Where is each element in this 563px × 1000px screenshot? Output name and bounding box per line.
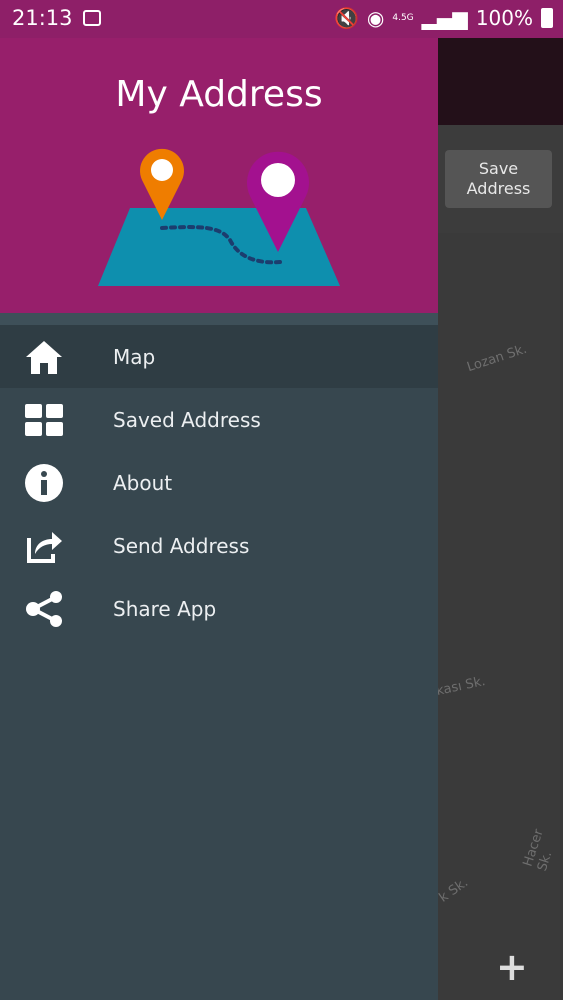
app-toolbar bbox=[438, 38, 563, 125]
status-time: 21:13 bbox=[12, 6, 73, 30]
navigation-drawer: My Address Map Saved Address About Send … bbox=[0, 0, 438, 1000]
status-bar: 21:13 🔇 ◉ 4.5G ▂▄▆ 100% bbox=[0, 0, 563, 38]
street-label: Lozan Sk. bbox=[465, 341, 529, 376]
grid-icon bbox=[24, 400, 64, 440]
drawer-item-saved-address[interactable]: Saved Address bbox=[0, 388, 438, 451]
zoom-in-icon[interactable]: + bbox=[496, 948, 528, 986]
network-type: 4.5G bbox=[392, 12, 414, 23]
share-icon bbox=[24, 589, 64, 629]
drawer-item-label: About bbox=[113, 470, 173, 495]
location-icon: ◉ bbox=[366, 6, 385, 30]
wifi-icon bbox=[83, 10, 101, 26]
mute-icon: 🔇 bbox=[334, 6, 359, 30]
map-pins-logo-icon bbox=[98, 148, 340, 286]
drawer-menu: Map Saved Address About Send Address Sha… bbox=[0, 325, 438, 640]
drawer-header: My Address bbox=[0, 0, 438, 313]
status-right: 🔇 ◉ 4.5G ▂▄▆ 100% bbox=[334, 6, 553, 30]
app-title: My Address bbox=[115, 74, 323, 115]
drawer-item-send-address[interactable]: Send Address bbox=[0, 514, 438, 577]
share-arrow-icon bbox=[24, 526, 64, 566]
map-view[interactable]: Lozan Sk. kası Sk. Hacer Sk. k Sk. bbox=[434, 233, 563, 1000]
save-address-button[interactable]: Save Address bbox=[445, 150, 552, 208]
drawer-item-share-app[interactable]: Share App bbox=[0, 577, 438, 640]
drawer-item-label: Send Address bbox=[113, 533, 250, 558]
drawer-item-label: Map bbox=[113, 344, 156, 369]
header-divider bbox=[0, 313, 438, 325]
signal-icon: ▂▄▆ bbox=[421, 6, 468, 30]
street-label: kası Sk. bbox=[434, 673, 487, 700]
info-icon bbox=[24, 463, 64, 503]
drawer-item-map[interactable]: Map bbox=[0, 325, 438, 388]
battery-icon bbox=[541, 8, 553, 28]
street-label: k Sk. bbox=[436, 875, 472, 906]
home-icon bbox=[24, 337, 64, 377]
drawer-item-label: Share App bbox=[113, 596, 217, 621]
drawer-item-label: Saved Address bbox=[113, 407, 261, 432]
battery-percent: 100% bbox=[475, 6, 533, 30]
street-label: Hacer Sk. bbox=[520, 827, 556, 874]
drawer-item-about[interactable]: About bbox=[0, 451, 438, 514]
